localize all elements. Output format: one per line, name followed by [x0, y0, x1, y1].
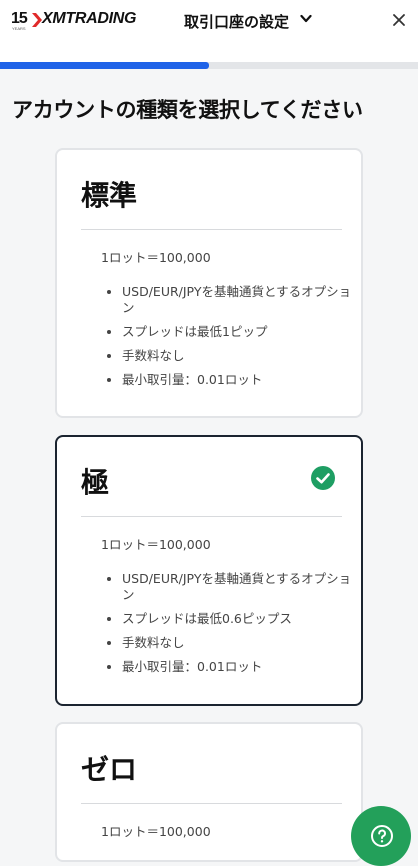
progress-bar-fill [0, 62, 209, 69]
lot-size: 1ロット＝100,000 [101, 824, 211, 839]
chevron-down-icon[interactable] [300, 14, 312, 24]
help-icon [371, 825, 393, 847]
card-divider [81, 516, 342, 517]
logo-text: XMTRADING [42, 10, 137, 27]
logo-years-label: YEARS [12, 26, 26, 31]
check-circle-icon [311, 466, 335, 490]
feature-item: 手数料なし [122, 635, 362, 651]
feature-item: USD/EUR/JPYを基軸通貨とするオプション [122, 284, 362, 316]
card-title: 標準 [81, 179, 138, 212]
account-type-card-zero[interactable]: ゼロ 1ロット＝100,000 [55, 722, 363, 862]
account-type-card-ultra[interactable]: 極 1ロット＝100,000 USD/EUR/JPYを基軸通貨とするオプション … [55, 435, 363, 706]
card-divider [81, 803, 342, 804]
feature-item: 最小取引量：0.01ロット [122, 372, 362, 388]
close-icon[interactable] [392, 13, 406, 27]
feature-list: USD/EUR/JPYを基軸通貨とするオプション スプレッドは最低0.6ピップス… [101, 571, 362, 683]
progress-bar [0, 62, 418, 69]
page-heading: アカウントの種類を選択してください [12, 98, 363, 122]
lot-size: 1ロット＝100,000 [101, 250, 211, 265]
feature-item: 最小取引量：0.01ロット [122, 659, 362, 675]
header: 15 YEARS XMTRADING 取引口座の設定 [0, 0, 418, 62]
lot-size: 1ロット＝100,000 [101, 537, 211, 552]
logo-mark-icon [32, 13, 42, 27]
xmtrading-logo[interactable]: 15 YEARS XMTRADING [11, 10, 151, 34]
card-title: 極 [81, 466, 110, 499]
feature-item: USD/EUR/JPYを基軸通貨とするオプション [122, 571, 362, 603]
account-type-card-standard[interactable]: 標準 1ロット＝100,000 USD/EUR/JPYを基軸通貨とするオプション… [55, 148, 363, 418]
feature-item: スプレッドは最低1ピップ [122, 324, 362, 340]
account-settings-title[interactable]: 取引口座の設定 [184, 11, 289, 32]
card-title: ゼロ [81, 753, 138, 786]
help-button[interactable] [351, 806, 411, 866]
feature-item: スプレッドは最低0.6ピップス [122, 611, 362, 627]
feature-list: USD/EUR/JPYを基軸通貨とするオプション スプレッドは最低1ピップ 手数… [101, 284, 362, 396]
feature-item: 手数料なし [122, 348, 362, 364]
card-divider [81, 229, 342, 230]
